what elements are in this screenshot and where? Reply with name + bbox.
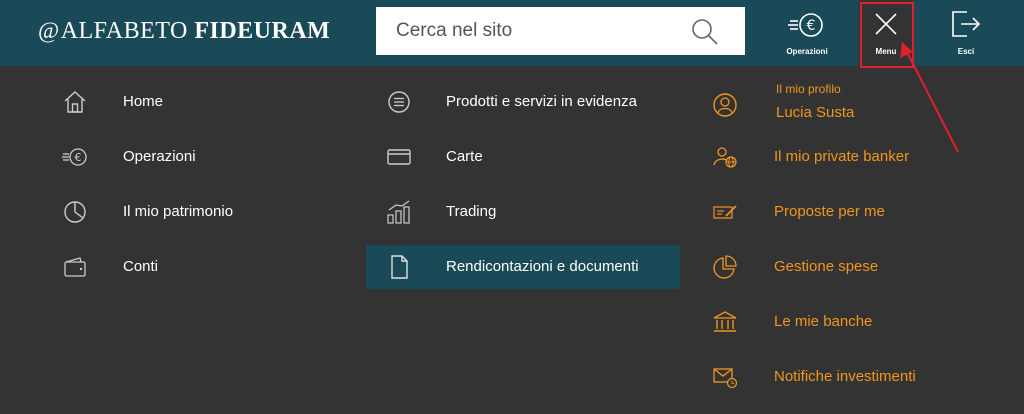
logout-icon xyxy=(952,11,981,37)
list-circle-icon xyxy=(388,91,410,113)
menu-item-label: Home xyxy=(123,93,164,110)
close-icon xyxy=(875,13,897,35)
bank-icon xyxy=(713,311,737,332)
trading-chart-icon xyxy=(387,200,410,224)
menu-item-label: Proposte per me xyxy=(774,203,885,220)
menu-item-private-banker[interactable]: Il mio private banker xyxy=(700,135,1024,179)
search-box xyxy=(376,7,745,55)
menu-item-rendicontazioni[interactable]: Rendicontazioni e documenti xyxy=(366,245,680,289)
svg-text:€: € xyxy=(807,18,816,34)
document-icon xyxy=(391,255,408,279)
pie-chart-icon xyxy=(64,201,86,223)
menu-button[interactable]: Menu xyxy=(859,0,913,66)
menu-item-label: Operazioni xyxy=(123,148,196,165)
menu-item-label: Il mio patrimonio xyxy=(123,203,234,220)
menu-item-label: Prodotti e servizi in evidenza xyxy=(446,93,637,110)
profile-name[interactable]: Lucia Susta xyxy=(776,104,854,121)
menu-item-prodotti[interactable]: Prodotti e servizi in evidenza xyxy=(366,80,680,124)
operazioni-button[interactable]: € Operazioni xyxy=(776,0,838,66)
svg-text:€: € xyxy=(75,151,82,164)
profile-icon xyxy=(713,93,737,117)
expense-pie-icon xyxy=(713,255,737,279)
menu-item-carte[interactable]: Carte xyxy=(366,135,680,179)
operazioni-label: Operazioni xyxy=(786,47,828,56)
menu-item-home[interactable]: Home xyxy=(0,80,340,124)
wallet-icon xyxy=(64,257,86,277)
menu-item-label: Conti xyxy=(123,258,159,275)
menu-item-label: Rendicontazioni e documenti xyxy=(446,258,639,275)
menu-item-profilo[interactable] xyxy=(700,80,1024,130)
search-icon[interactable] xyxy=(690,17,720,47)
logo-text-strong: FIDEURAM xyxy=(194,18,331,44)
menu-item-label: Trading xyxy=(446,203,497,220)
card-icon xyxy=(387,149,411,165)
menu-item-proposte[interactable]: Proposte per me xyxy=(700,190,1024,234)
menu-item-trading[interactable]: Trading xyxy=(366,190,680,234)
menu-item-label: Notifiche investimenti xyxy=(774,368,916,385)
menu-item-gestione-spese[interactable]: Gestione spese xyxy=(700,245,1024,289)
menu-item-label: Le mie banche xyxy=(774,313,873,330)
notification-mail-icon xyxy=(713,368,738,389)
menu-item-conti[interactable]: Conti xyxy=(0,245,340,289)
menu-item-operazioni[interactable]: € Operazioni xyxy=(0,135,340,179)
banker-globe-icon xyxy=(713,147,737,168)
logo-mark: @ xyxy=(38,18,60,43)
menu-item-label: Gestione spese xyxy=(774,258,879,275)
menu-label: Menu xyxy=(875,47,897,56)
brand-logo[interactable]: @ALFABETO FIDEURAM xyxy=(38,18,330,45)
menu-item-label: Carte xyxy=(446,148,483,165)
menu-item-notifiche[interactable]: Notifiche investimenti xyxy=(700,355,1024,399)
euro-transfer-icon: € xyxy=(62,148,87,166)
euro-transfer-icon: € xyxy=(788,13,823,37)
logo-text-light: ALFABETO xyxy=(60,18,188,44)
menu-item-label: Il mio private banker xyxy=(774,148,910,165)
proposal-icon xyxy=(713,205,737,219)
menu-item-banche[interactable]: Le mie banche xyxy=(700,300,1024,344)
esci-label: Esci xyxy=(957,47,975,56)
profile-label: Il mio profilo xyxy=(776,82,841,96)
esci-button[interactable]: Esci xyxy=(940,0,992,66)
top-header: @ALFABETO FIDEURAM € Operazioni Menu xyxy=(0,0,1024,66)
menu-item-patrimonio[interactable]: Il mio patrimonio xyxy=(0,190,340,234)
search-input[interactable] xyxy=(376,7,676,55)
home-icon xyxy=(64,91,86,113)
